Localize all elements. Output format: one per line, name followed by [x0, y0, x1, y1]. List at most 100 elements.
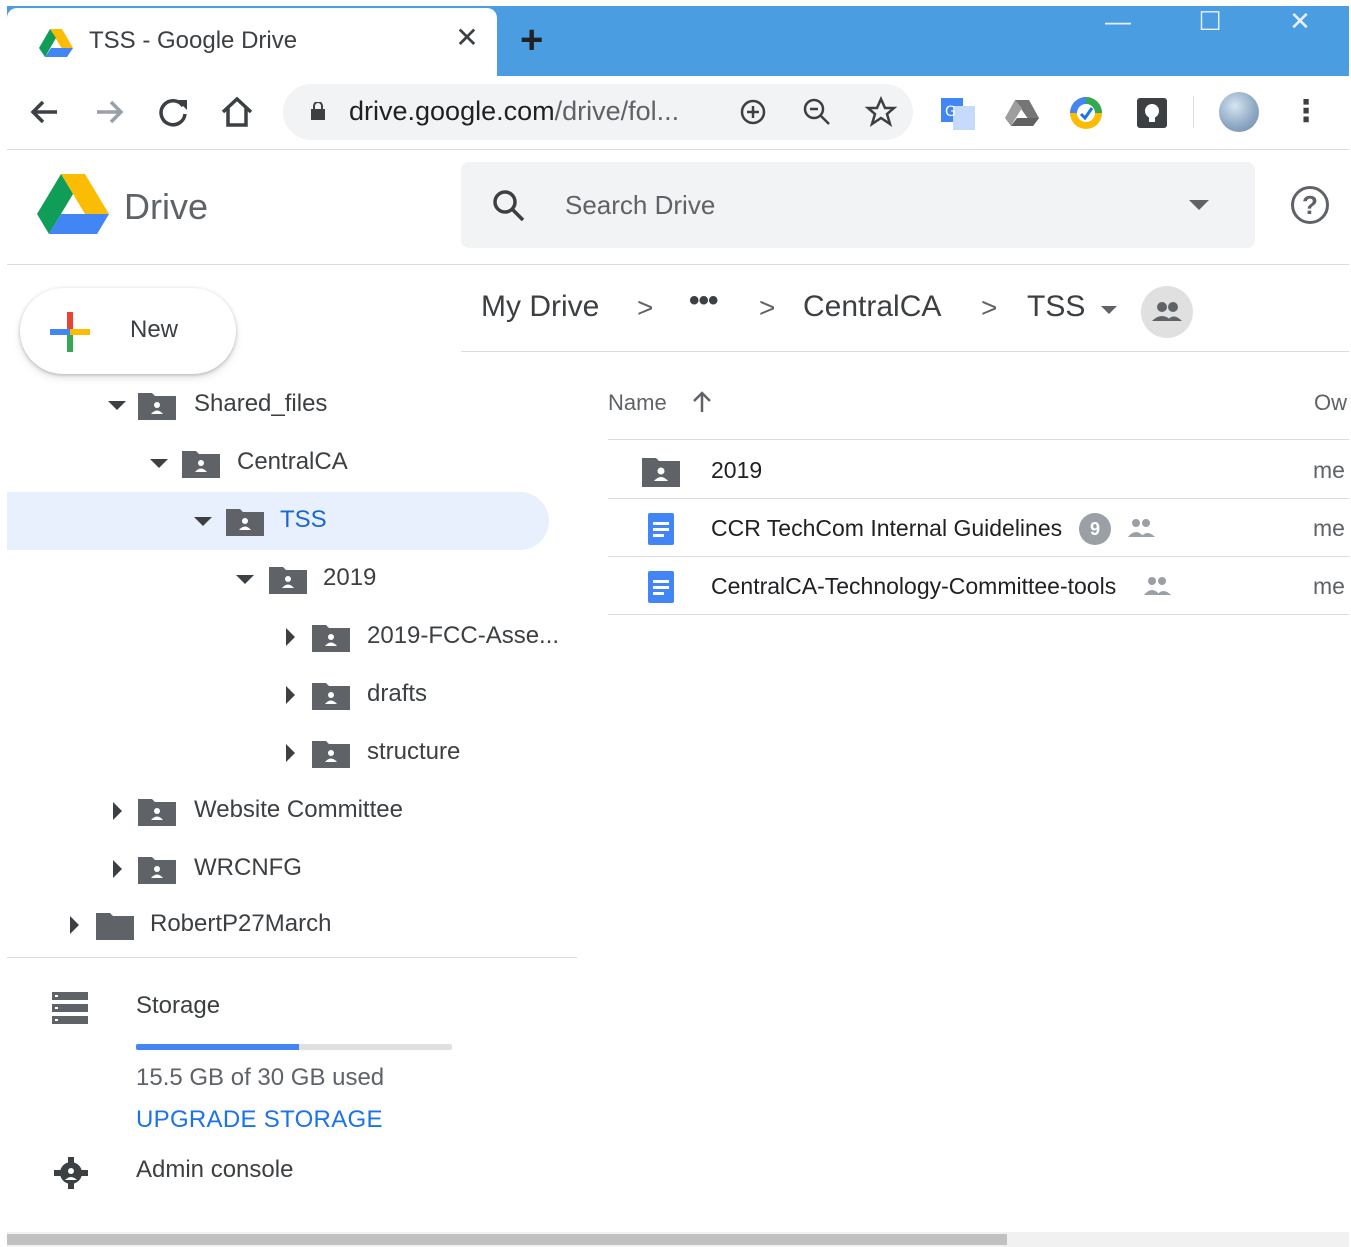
url-path: /drive/fol...	[554, 96, 680, 126]
file-name: CCR TechCom Internal Guidelines	[711, 515, 1063, 541]
admin-console-icon	[54, 1157, 88, 1189]
docs-icon	[648, 571, 674, 603]
browser-toolbar: drive.google.com/drive/fol... G ⋮	[7, 76, 1349, 150]
toolbar-separator	[1193, 96, 1194, 128]
name-column-header[interactable]: Name	[608, 390, 667, 416]
minimize-icon[interactable]: —	[1094, 6, 1142, 40]
collapsed-caret-icon[interactable]	[113, 802, 122, 820]
window-close-icon[interactable]: ✕	[1276, 6, 1324, 40]
add-icon[interactable]	[735, 94, 771, 130]
upgrade-storage-link[interactable]: UPGRADE STORAGE	[136, 1106, 383, 1134]
url-text[interactable]: drive.google.com/drive/fol...	[349, 96, 679, 127]
breadcrumb-tss[interactable]: TSS	[1027, 290, 1085, 324]
file-owner: me	[1313, 573, 1345, 599]
chevron-down-icon[interactable]	[1101, 306, 1117, 314]
shared-folder-icon	[138, 857, 176, 884]
tree-item-centralca[interactable]: CentralCA	[7, 434, 577, 492]
app-title[interactable]: Drive	[124, 186, 208, 228]
tab-close-icon[interactable]: ✕	[451, 22, 483, 54]
keep-extension-icon[interactable]	[1133, 94, 1171, 132]
file-owner: me	[1313, 457, 1345, 483]
tree-item-drafts[interactable]: drafts	[7, 666, 577, 724]
lock-icon[interactable]	[311, 102, 325, 120]
drive-favicon-icon	[39, 29, 73, 57]
address-bar[interactable]: drive.google.com/drive/fol...	[283, 84, 913, 140]
drive-header: Drive Search Drive ?	[7, 150, 1349, 265]
file-row-centralca-tools[interactable]: CentralCA-Technology-Committee-tools me	[608, 557, 1349, 615]
home-icon[interactable]	[215, 90, 259, 134]
drive-extension-icon[interactable]	[1003, 94, 1041, 132]
people-icon	[1152, 302, 1182, 321]
avatar[interactable]	[1219, 92, 1259, 132]
tree-item-2019[interactable]: 2019	[7, 550, 577, 608]
breadcrumb-centralca[interactable]: CentralCA	[803, 290, 941, 324]
forward-arrow-icon[interactable]	[87, 90, 131, 134]
back-arrow-icon[interactable]	[23, 90, 67, 134]
tree-item-tss[interactable]: TSS	[7, 492, 577, 550]
folder-icon	[96, 913, 134, 940]
new-button-label: New	[130, 316, 179, 343]
tree-item-shared-files[interactable]: Shared_files	[7, 376, 577, 434]
shared-folder-icon	[138, 799, 176, 826]
zoom-out-icon[interactable]	[799, 94, 835, 130]
owner-column-header[interactable]: Ow	[1314, 390, 1347, 416]
help-icon[interactable]: ?	[1291, 186, 1329, 224]
new-button[interactable]: New	[20, 288, 236, 374]
tree-item-structure[interactable]: structure	[7, 724, 577, 782]
share-settings-button[interactable]	[1141, 286, 1193, 338]
sidebar-divider	[7, 957, 577, 958]
tree-item-label: RobertP27March	[150, 910, 332, 937]
collapsed-caret-icon[interactable]	[286, 744, 295, 762]
breadcrumb-separator: >	[637, 292, 654, 323]
chrome-extension-icon[interactable]	[1067, 94, 1105, 132]
tree-item-label: Website Committee	[194, 796, 403, 823]
scrollbar-thumb[interactable]	[7, 1234, 1007, 1245]
tree-item-label: structure	[367, 738, 461, 765]
breadcrumb-more[interactable]: •••	[689, 284, 718, 318]
expand-caret-icon[interactable]	[194, 517, 212, 526]
tree-item-label: TSS	[280, 506, 327, 533]
storage-label[interactable]: Storage	[136, 992, 220, 1020]
tab-title: TSS - Google Drive	[89, 27, 298, 54]
storage-progress-bar	[136, 1044, 452, 1050]
maximize-icon[interactable]: ☐	[1186, 6, 1234, 40]
collapsed-caret-icon[interactable]	[286, 686, 295, 704]
file-row-ccr-techcom[interactable]: CCR TechCom Internal Guidelines 9 me	[608, 499, 1349, 557]
expand-caret-icon[interactable]	[236, 575, 254, 584]
storage-used-text: 15.5 GB of 30 GB used	[136, 1064, 385, 1091]
shared-folder-icon	[312, 625, 350, 652]
tree-item-wrcnfg[interactable]: WRCNFG	[7, 840, 577, 898]
plus-icon	[50, 312, 90, 352]
kebab-menu-icon[interactable]: ⋮	[1291, 92, 1321, 132]
storage-progress-fill	[136, 1044, 300, 1050]
collapsed-caret-icon[interactable]	[113, 860, 122, 878]
tree-item-label: CentralCA	[237, 448, 348, 475]
breadcrumb-separator: >	[981, 292, 998, 323]
people-icon	[1128, 519, 1155, 537]
search-input[interactable]: Search Drive	[461, 162, 1255, 248]
collapsed-caret-icon[interactable]	[286, 628, 295, 646]
expand-caret-icon[interactable]	[108, 401, 126, 410]
file-row-2019[interactable]: 2019 me	[608, 441, 1349, 499]
drive-logo-icon[interactable]	[37, 172, 109, 236]
file-name: 2019	[711, 457, 763, 483]
tree-item-2019-fcc[interactable]: 2019-FCC-Asse...	[7, 608, 577, 666]
tree-item-website-committee[interactable]: Website Committee	[7, 782, 577, 840]
translate-icon[interactable]: G	[939, 94, 977, 132]
search-options-dropdown-icon[interactable]	[1189, 200, 1209, 210]
breadcrumb-separator: >	[759, 292, 776, 323]
shared-folder-icon	[312, 683, 350, 710]
horizontal-scrollbar[interactable]	[7, 1232, 1349, 1247]
search-icon[interactable]	[489, 186, 529, 226]
reload-icon[interactable]	[151, 90, 195, 134]
browser-tab[interactable]: TSS - Google Drive ✕	[7, 8, 497, 76]
breadcrumb-my-drive[interactable]: My Drive	[481, 290, 599, 324]
new-tab-button[interactable]: +	[520, 20, 543, 60]
admin-console-link[interactable]: Admin console	[136, 1156, 293, 1184]
arrow-up-icon[interactable]	[688, 388, 716, 416]
collapsed-caret-icon[interactable]	[70, 916, 79, 934]
tree-item-robertp27march[interactable]: RobertP27March	[7, 898, 577, 956]
expand-caret-icon[interactable]	[150, 459, 168, 468]
svg-text:G: G	[945, 104, 956, 120]
star-icon[interactable]	[863, 94, 899, 130]
